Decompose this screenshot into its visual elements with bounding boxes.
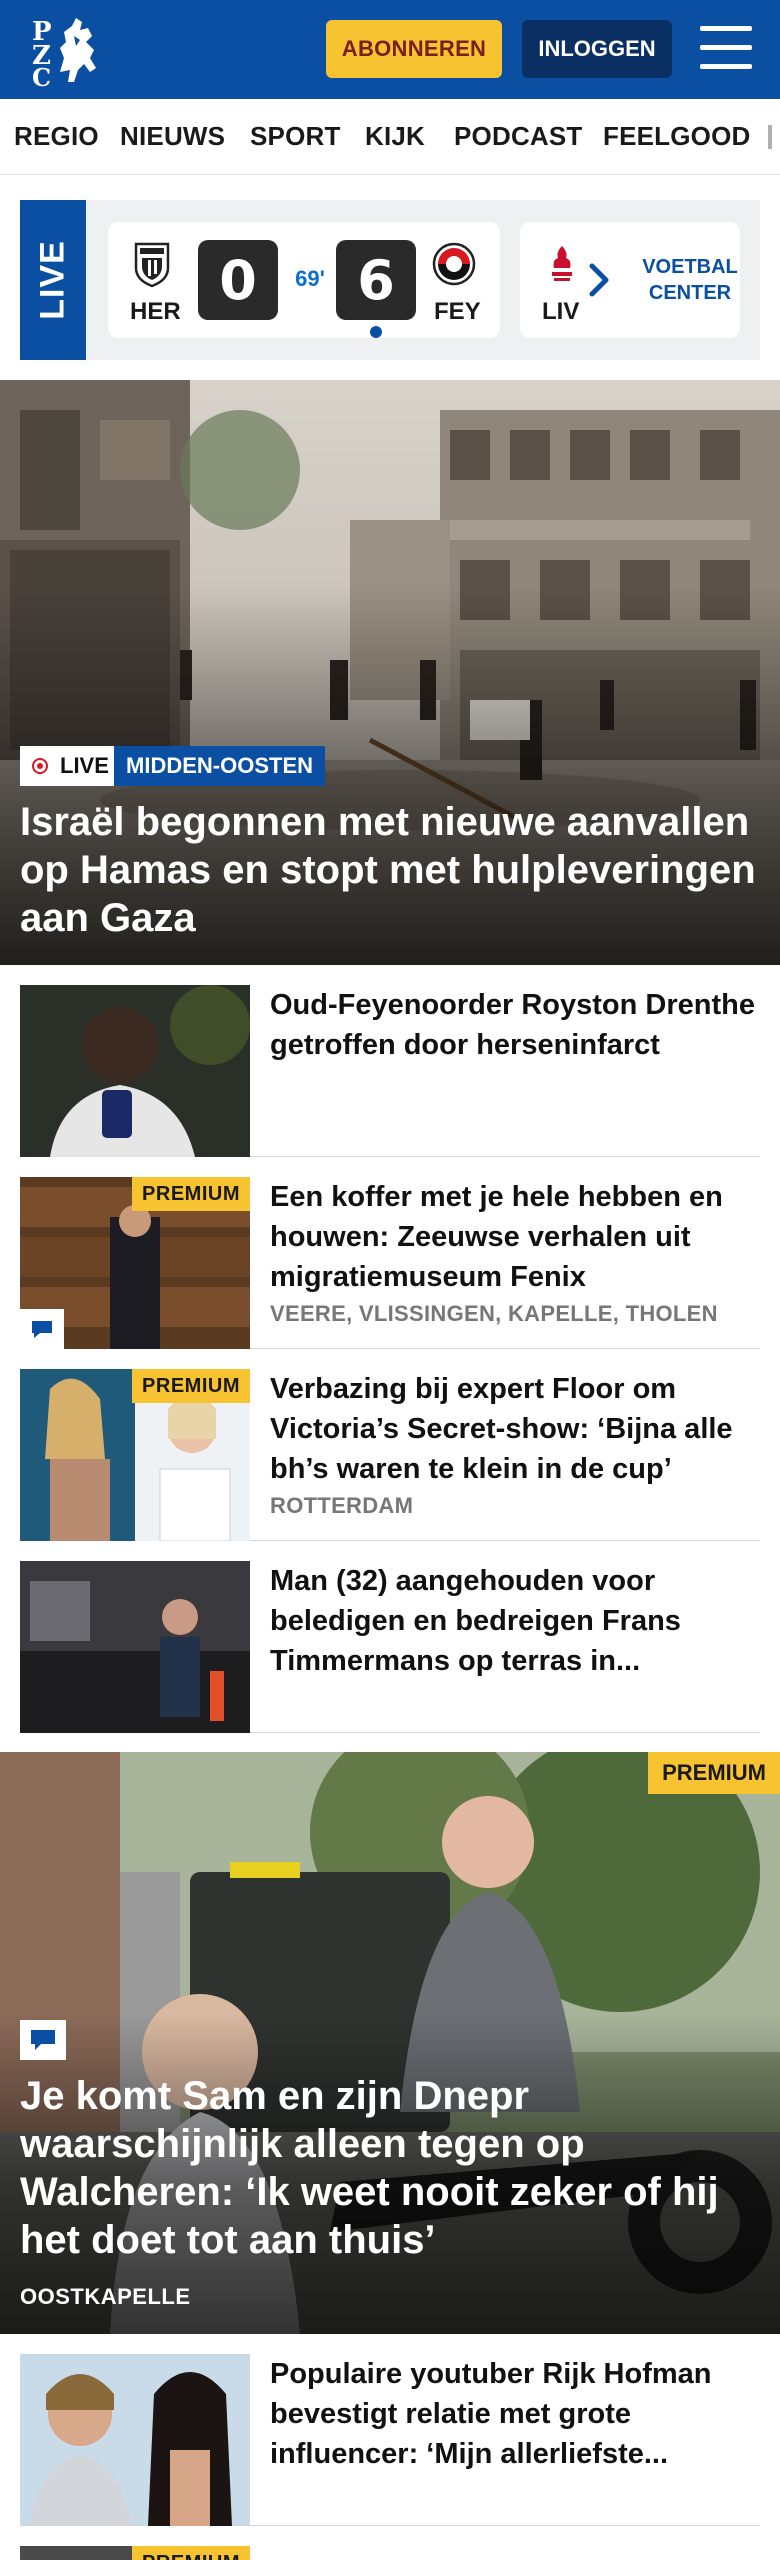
hamburger-icon[interactable] <box>700 26 752 70</box>
feyenoord-crest-icon <box>432 240 476 288</box>
hero-headline[interactable]: Israël begonnen met nieuwe aanvallen op … <box>20 798 760 942</box>
premium-badge: PREMIUM <box>132 2546 250 2560</box>
list-item[interactable]: Populaire youtuber Rijk Hofman bevestigt… <box>20 2334 760 2526</box>
comment-badge <box>20 2020 66 2060</box>
list-item[interactable]: Man (32) aangehouden voor beledigen en b… <box>20 1541 760 1733</box>
section-badge: MIDDEN-OOSTEN <box>114 746 325 786</box>
hero-article[interactable]: LIVE MIDDEN-OOSTEN Israël begonnen met n… <box>0 380 780 965</box>
article-title[interactable]: Man (32) aangehouden voor beledigen en b… <box>270 1561 760 1681</box>
live-dot-icon <box>32 758 48 774</box>
nav-item-kijk[interactable]: KIJK <box>365 121 425 152</box>
premium-badge: PREMIUM <box>648 1752 780 1794</box>
feature-headline[interactable]: Je komt Sam en zijn Dnepr waarschijnlijk… <box>20 2072 760 2264</box>
nav-item-podcast[interactable]: PODCAST <box>454 121 583 152</box>
comment-icon <box>32 1321 52 1338</box>
goal-indicator-dot <box>370 326 382 338</box>
home-score: 0 <box>198 240 278 320</box>
feature-article[interactable]: PREMIUM Je komt Sam en zijn Dnepr waarsc… <box>0 1752 780 2334</box>
nav-item-regio[interactable]: REGIO <box>14 121 99 152</box>
live-badge: LIVE <box>20 746 121 786</box>
away-score: 6 <box>336 240 416 320</box>
nav-item-nieuws[interactable]: NIEUWS <box>120 121 225 152</box>
nav-item-feelgood[interactable]: FEELGOOD <box>603 121 751 152</box>
match-card[interactable]: HER 0 69' 6 FEY <box>108 222 500 338</box>
home-team-code: HER <box>130 298 181 325</box>
match-minute: 69' <box>295 266 325 291</box>
nav-item-sport[interactable]: SPORT <box>250 121 341 152</box>
article-title[interactable]: Verbazing bij expert Floor om Victoria’s… <box>270 1369 760 1489</box>
heracles-crest-icon <box>130 240 174 288</box>
premium-badge: PREMIUM <box>132 1177 250 1211</box>
article-location: ROTTERDAM <box>270 1493 414 1518</box>
article-thumbnail <box>20 985 250 1157</box>
article-location: VEERE, VLISSINGEN, KAPELLE, THOLEN <box>270 1301 718 1326</box>
subscribe-button[interactable]: ABONNEREN <box>326 20 502 78</box>
svg-text:C: C <box>32 63 51 88</box>
comment-badge <box>20 1309 64 1349</box>
login-button[interactable]: INLOGGEN <box>522 20 672 78</box>
live-tag: LIVE <box>20 200 86 360</box>
live-tag-label: LIVE <box>33 240 72 320</box>
away-team-code: FEY <box>434 298 481 325</box>
comment-icon <box>31 2030 55 2050</box>
premium-badge: PREMIUM <box>132 1369 250 1403</box>
live-score-strip: LIVE HER 0 69' 6 FEY LIV VOETBAL CENTER <box>20 200 760 360</box>
article-title[interactable]: Een koffer met je hele hebben en houwen:… <box>270 1177 760 1297</box>
list-item[interactable]: PREMIUM Een koffer met je hele hebben en… <box>20 1157 760 1349</box>
article-title[interactable]: Populaire youtuber Rijk Hofman bevestigt… <box>270 2354 760 2474</box>
main-nav: REGIO NIEUWS SPORT KIJK PODCAST FEELGOOD <box>0 99 780 175</box>
pzc-logo[interactable]: P Z C <box>30 12 112 92</box>
nav-overflow-indicator <box>768 125 772 149</box>
article-thumbnail <box>20 2354 250 2526</box>
feature-location: OOSTKAPELLE <box>20 2284 191 2309</box>
article-thumbnail <box>20 1561 250 1733</box>
article-thumbnail: PREMIUM <box>20 2546 250 2560</box>
list-item[interactable]: Oud-Feyenoorder Royston Drenthe getroffe… <box>20 965 760 1157</box>
list-item[interactable]: PREMIUM <box>20 2526 760 2560</box>
list-item[interactable]: PREMIUM Verbazing bij expert Floor om Vi… <box>20 1349 760 1541</box>
voetbal-center-link[interactable]: VOETBAL CENTER <box>640 222 740 338</box>
article-thumbnail: PREMIUM <box>20 1177 250 1349</box>
article-title[interactable]: Oud-Feyenoorder Royston Drenthe getroffe… <box>270 985 760 1065</box>
site-header: P Z C ABONNEREN INLOGGEN <box>0 0 780 99</box>
article-thumbnail: PREMIUM <box>20 1369 250 1541</box>
live-badge-label: LIVE <box>60 753 109 778</box>
next-match-team-code: LIV <box>542 298 580 325</box>
